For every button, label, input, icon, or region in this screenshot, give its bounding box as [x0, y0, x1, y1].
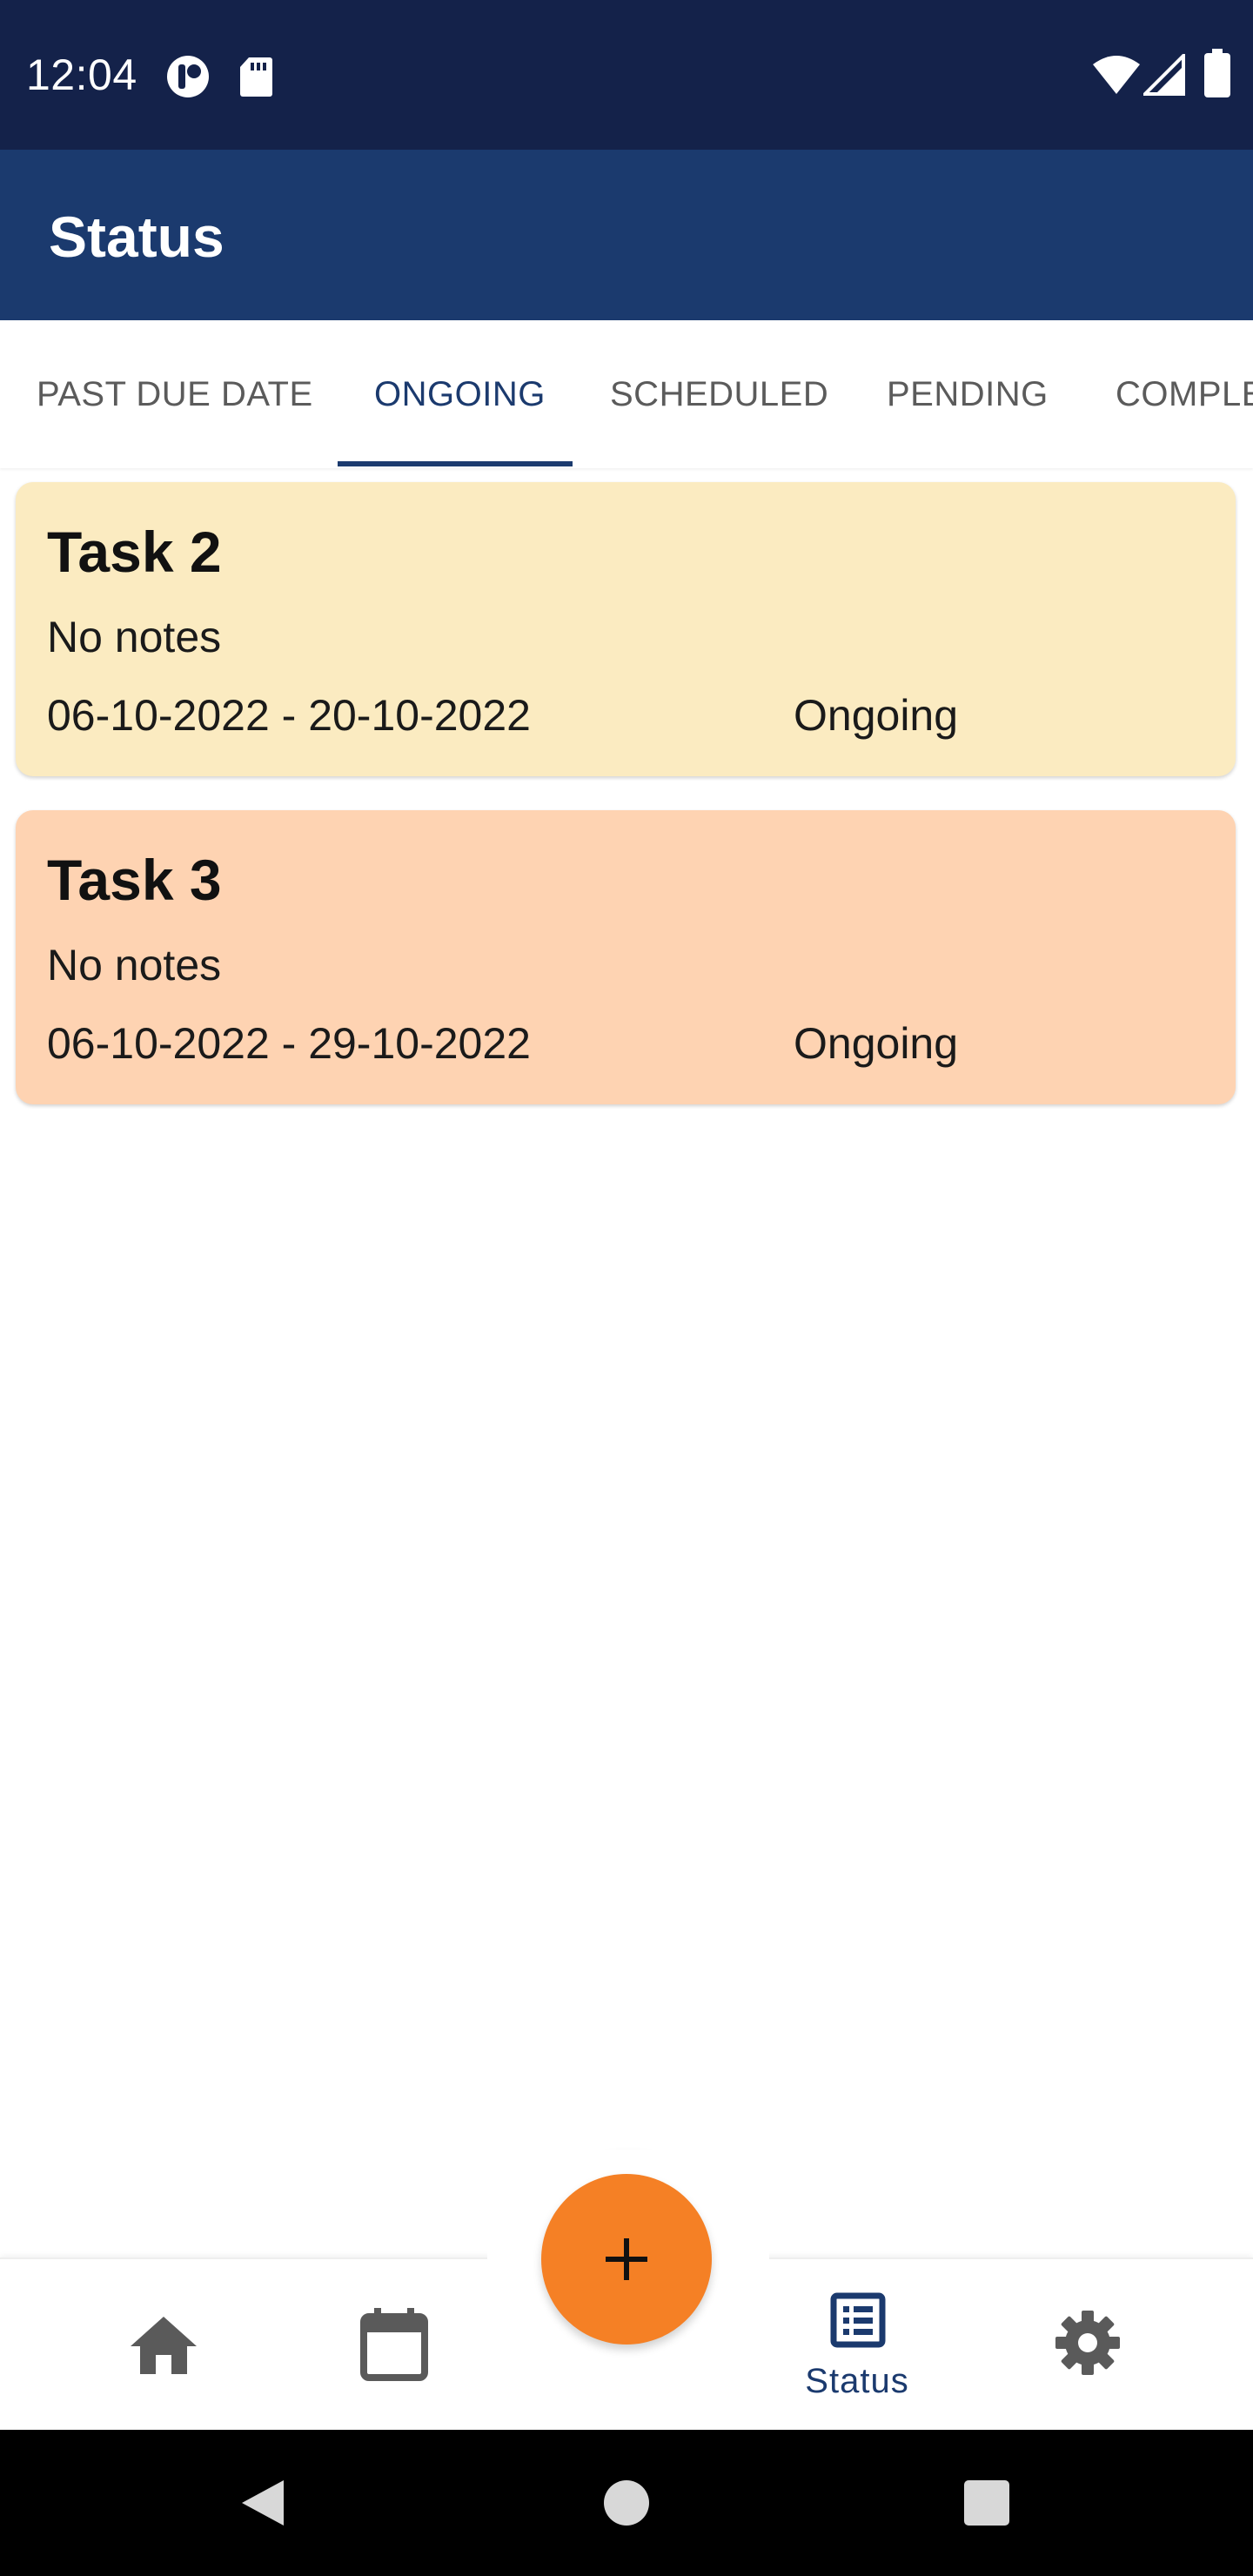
nav-status[interactable]: Status [783, 2285, 931, 2407]
status-tabs: PAST DUE DATE ONGOING SCHEDULED PENDING … [0, 320, 1253, 468]
back-icon[interactable] [237, 2477, 289, 2529]
task-date-range: 06-10-2022 - 20-10-2022 [47, 691, 531, 740]
cell-signal-icon [1143, 54, 1185, 96]
app-notification-icon [167, 56, 209, 97]
recents-button[interactable] [964, 2480, 1009, 2526]
nav-status-label: Status [805, 2362, 909, 2400]
task-card[interactable]: Task 3 No notes 06-10-2022 - 29-10-2022 … [16, 810, 1236, 1104]
active-tab-indicator [338, 461, 573, 466]
app-bar: Status [0, 150, 1253, 320]
tab-past-due-date[interactable]: PAST DUE DATE [37, 320, 313, 468]
wifi-icon [1093, 56, 1140, 94]
list-icon [830, 2292, 886, 2348]
battery-icon [1204, 49, 1230, 97]
tab-pending[interactable]: PENDING [887, 320, 1049, 468]
tab-completed[interactable]: COMPLE [1116, 320, 1253, 468]
system-status-bar: 12:04 [0, 0, 1253, 150]
home-button[interactable] [604, 2480, 649, 2526]
task-status: Ongoing [794, 691, 959, 740]
task-title: Task 2 [47, 520, 222, 584]
page-title: Status [49, 205, 224, 269]
task-card[interactable]: Task 2 No notes 06-10-2022 - 20-10-2022 … [16, 482, 1236, 776]
task-date-range: 06-10-2022 - 29-10-2022 [47, 1019, 531, 1068]
task-notes: No notes [47, 613, 222, 661]
tab-ongoing[interactable]: ONGOING [374, 320, 546, 468]
task-notes: No notes [47, 941, 222, 989]
add-task-button[interactable] [541, 2174, 712, 2345]
gear-icon[interactable] [1055, 2310, 1121, 2376]
calendar-icon[interactable] [360, 2308, 428, 2381]
status-time: 12:04 [26, 50, 137, 99]
home-icon[interactable] [129, 2315, 198, 2376]
task-title: Task 3 [47, 848, 222, 912]
task-status: Ongoing [794, 1019, 959, 1068]
sd-card-icon [240, 57, 272, 97]
tab-scheduled[interactable]: SCHEDULED [610, 320, 828, 468]
plus-icon [606, 2238, 647, 2280]
